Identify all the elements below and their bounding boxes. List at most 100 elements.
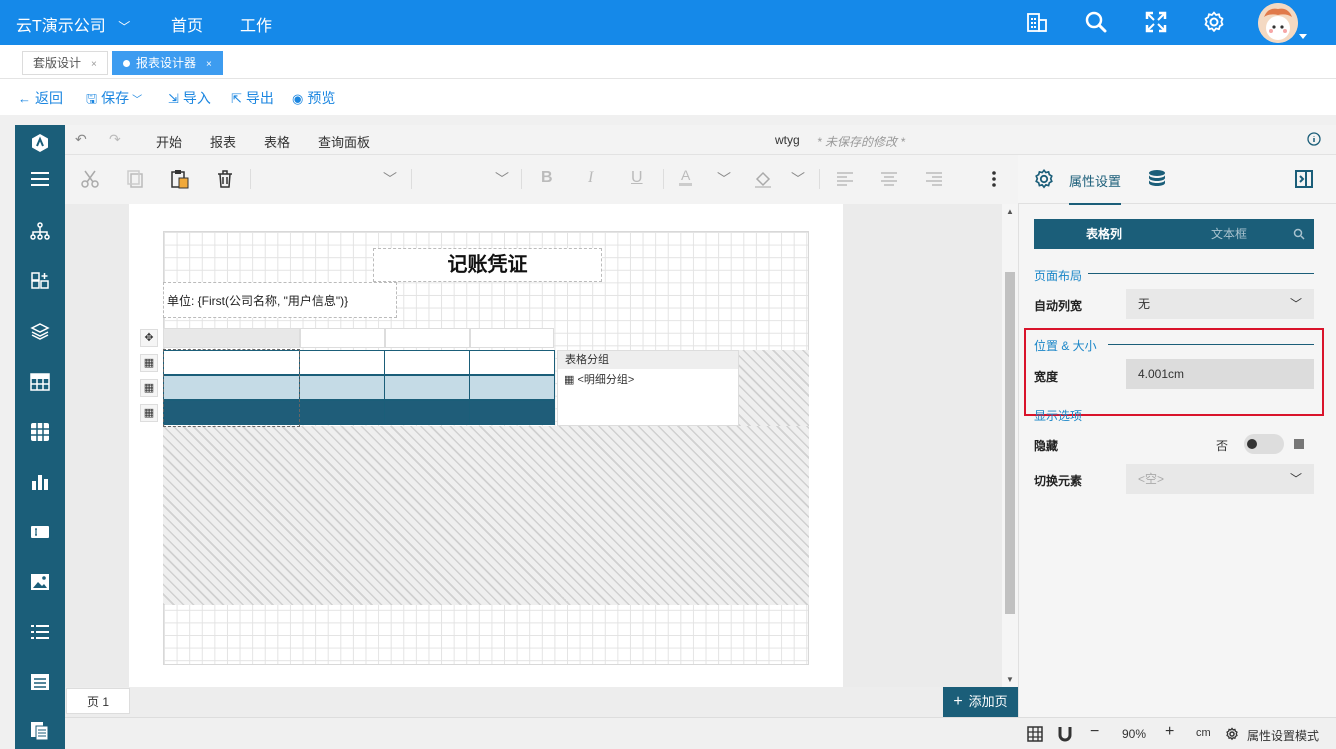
unsaved-status: * 未保存的修改 * bbox=[817, 135, 906, 149]
tab-label: 套版设计 bbox=[33, 56, 82, 70]
status-bar: − 90% + cm 属性设置模式 bbox=[65, 717, 1336, 749]
add-page-label: 添加页 bbox=[968, 694, 1008, 709]
unit-textbox[interactable]: 单位: {First(公司名称, "用户信息")} bbox=[163, 282, 397, 318]
font-size-dropdown-chevron-icon[interactable]: ﹀ bbox=[495, 169, 509, 189]
form-icon[interactable] bbox=[30, 672, 50, 692]
chevron-down-icon[interactable]: ﹀ bbox=[132, 95, 142, 106]
delete-icon[interactable] bbox=[215, 169, 235, 189]
bold-icon[interactable]: B bbox=[541, 169, 553, 187]
collapse-panel-icon[interactable] bbox=[1294, 169, 1314, 189]
export-button[interactable]: ⇱ 导出 bbox=[231, 88, 274, 108]
row-handle-icon[interactable]: ▦ bbox=[140, 404, 158, 422]
page-tab[interactable]: 页 1 bbox=[66, 688, 130, 714]
undo-icon[interactable]: ↶ bbox=[75, 131, 87, 148]
column-header[interactable] bbox=[300, 328, 385, 348]
list-icon[interactable] bbox=[30, 622, 50, 642]
fullscreen-icon[interactable] bbox=[1144, 10, 1168, 34]
ribbon-tab-report[interactable]: 报表 bbox=[210, 132, 236, 151]
mode-indicator[interactable]: 属性设置模式 bbox=[1247, 727, 1319, 744]
divider bbox=[663, 169, 664, 189]
database-icon[interactable] bbox=[1147, 169, 1167, 189]
underline-icon[interactable]: U bbox=[631, 169, 643, 187]
group-panel-title: 表格分组 bbox=[558, 351, 738, 369]
import-button[interactable]: ⇲ 导入 bbox=[168, 88, 211, 108]
switch-element-select[interactable]: <空> ﹀ bbox=[1126, 464, 1314, 494]
preview-button[interactable]: ◉ 预览 bbox=[292, 88, 335, 108]
segment-table-column[interactable]: 表格列 bbox=[1034, 219, 1174, 249]
action-bar: ← 返回 🖫 保存 ﹀ ⇲ 导入 ⇱ 导出 ◉ 预览 bbox=[0, 79, 1336, 115]
nav-home[interactable]: 首页 bbox=[171, 12, 203, 36]
textbox-icon[interactable] bbox=[30, 522, 50, 542]
chevron-down-icon: ﹀ bbox=[118, 20, 131, 34]
redo-icon[interactable]: ↷ bbox=[109, 131, 121, 148]
fill-color-icon[interactable] bbox=[753, 169, 773, 189]
layers-icon[interactable] bbox=[30, 321, 50, 341]
report-title[interactable]: 记账凭证 bbox=[373, 248, 602, 282]
close-icon[interactable]: × bbox=[206, 59, 212, 70]
tab-report-designer[interactable]: 报表设计器 × bbox=[112, 51, 223, 75]
image-icon[interactable] bbox=[30, 572, 50, 592]
copy-icon[interactable] bbox=[125, 169, 145, 189]
zoom-out-button[interactable]: − bbox=[1090, 723, 1099, 741]
hide-toggle[interactable] bbox=[1244, 434, 1284, 454]
row-handle-icon[interactable]: ▦ bbox=[140, 379, 158, 397]
menu-icon[interactable] bbox=[30, 169, 50, 189]
font-color-icon[interactable]: A bbox=[679, 167, 693, 186]
component-add-icon[interactable] bbox=[30, 271, 50, 291]
magnet-icon[interactable] bbox=[1058, 726, 1072, 742]
matrix-icon[interactable] bbox=[30, 422, 50, 442]
ribbon-tab-query-panel[interactable]: 查询面板 bbox=[318, 132, 370, 151]
tab-template-design[interactable]: 套版设计 × bbox=[22, 51, 108, 75]
scroll-down-icon[interactable]: ▼ bbox=[1006, 675, 1014, 684]
zoom-in-button[interactable]: + bbox=[1165, 723, 1174, 741]
align-left-icon[interactable] bbox=[835, 169, 855, 189]
scrollbar-thumb[interactable] bbox=[1005, 272, 1015, 614]
bar-chart-icon[interactable] bbox=[30, 472, 50, 492]
search-icon[interactable] bbox=[1293, 228, 1305, 240]
gear-icon[interactable] bbox=[1202, 10, 1226, 34]
company-switcher[interactable]: 云T演示公司 ﹀ bbox=[16, 12, 130, 36]
subreport-icon[interactable] bbox=[30, 721, 50, 741]
back-button[interactable]: ← 返回 bbox=[18, 88, 63, 108]
align-center-icon[interactable] bbox=[879, 169, 899, 189]
cut-icon[interactable] bbox=[80, 169, 100, 189]
gear-icon[interactable] bbox=[1033, 168, 1055, 190]
tab-properties[interactable]: 属性设置 bbox=[1069, 171, 1122, 205]
italic-icon[interactable]: I bbox=[588, 169, 593, 187]
ribbon-tab-table[interactable]: 表格 bbox=[264, 132, 290, 151]
building-icon[interactable] bbox=[1025, 10, 1049, 34]
unit-selector[interactable]: cm bbox=[1196, 727, 1211, 739]
column-header[interactable] bbox=[385, 328, 470, 348]
search-icon[interactable] bbox=[1084, 10, 1108, 34]
table-icon[interactable] bbox=[30, 372, 50, 392]
segment-textbox[interactable]: 文本框 bbox=[1174, 219, 1284, 249]
column-header[interactable] bbox=[470, 328, 554, 348]
arrow-left-icon: ← bbox=[18, 91, 31, 106]
scroll-up-icon[interactable]: ▲ bbox=[1006, 207, 1014, 216]
nav-work[interactable]: 工作 bbox=[240, 12, 273, 48]
more-vertical-icon[interactable] bbox=[984, 169, 1004, 189]
reset-square-icon[interactable] bbox=[1294, 439, 1304, 449]
group-item[interactable]: ▦ <明细分组> bbox=[558, 371, 738, 387]
info-icon[interactable] bbox=[1307, 132, 1321, 146]
save-button[interactable]: 🖫 保存 ﹀ bbox=[86, 88, 142, 112]
logo-icon[interactable] bbox=[30, 133, 50, 153]
font-family-dropdown-chevron-icon[interactable]: ﹀ bbox=[383, 169, 397, 189]
row-handle-icon[interactable]: ▦ bbox=[140, 354, 158, 372]
hierarchy-icon[interactable] bbox=[30, 221, 50, 241]
move-handle-icon[interactable]: ✥ bbox=[140, 329, 158, 347]
font-color-chevron-icon[interactable]: ﹀ bbox=[717, 169, 731, 189]
grid-toggle-icon[interactable] bbox=[1027, 726, 1043, 742]
document-name: wtyg bbox=[775, 133, 800, 147]
avatar-caret-icon[interactable] bbox=[1299, 34, 1307, 39]
avatar[interactable] bbox=[1258, 3, 1298, 43]
close-icon[interactable]: × bbox=[91, 59, 97, 70]
fill-color-chevron-icon[interactable]: ﹀ bbox=[791, 169, 805, 189]
divider bbox=[819, 169, 820, 189]
auto-width-select[interactable]: 无 ﹀ bbox=[1126, 289, 1314, 319]
add-page-button[interactable]: + 添加页 bbox=[943, 687, 1018, 717]
paste-icon[interactable] bbox=[170, 169, 190, 189]
column-header[interactable] bbox=[163, 328, 300, 348]
zoom-level[interactable]: 90% bbox=[1122, 727, 1146, 741]
align-right-icon[interactable] bbox=[924, 169, 944, 189]
